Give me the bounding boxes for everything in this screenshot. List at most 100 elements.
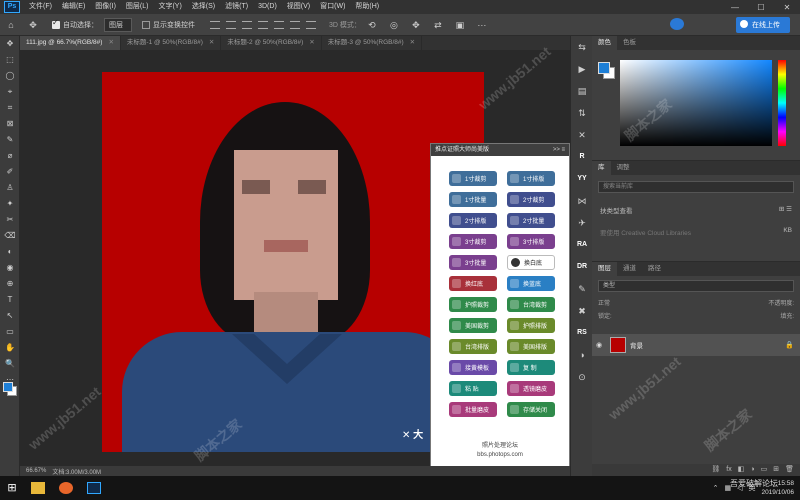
plugin-button[interactable]: 美国裁剪: [449, 318, 497, 333]
zoom-level[interactable]: 66.67%: [26, 468, 46, 474]
close-icon[interactable]: ✕: [108, 39, 113, 46]
blend-mode-dropdown[interactable]: 正常: [598, 298, 610, 307]
trash-icon[interactable]: 🗑: [785, 464, 794, 476]
dodge-tool[interactable]: ◉: [0, 260, 20, 276]
plugin-button[interactable]: 复 制: [507, 360, 555, 375]
plugin-button[interactable]: 换白底: [507, 255, 555, 270]
roll-3d-icon[interactable]: ◎: [387, 18, 401, 32]
panel-strip-icon[interactable]: ◑: [571, 344, 593, 366]
panel-strip-icon[interactable]: ▤: [571, 80, 593, 102]
menu-select[interactable]: 选择(S): [187, 0, 220, 14]
new-layer-icon[interactable]: ⊞: [773, 464, 779, 476]
rectangle-tool[interactable]: ▭: [0, 324, 20, 340]
plugin-button[interactable]: 换蓝底: [507, 276, 555, 291]
panel-strip-icon[interactable]: ✕: [571, 124, 593, 146]
frame-tool[interactable]: ⊠: [0, 116, 20, 132]
plugin-button[interactable]: 3寸排版: [507, 234, 555, 249]
more-icon[interactable]: ···: [475, 18, 489, 32]
plugin-button[interactable]: 批量磨皮: [449, 402, 497, 417]
hue-slider[interactable]: [778, 60, 786, 146]
layer-row-background[interactable]: ◉ 背景 🔒: [592, 334, 800, 356]
panel-strip-icon[interactable]: ⇆: [571, 36, 593, 58]
tab-untitled-1[interactable]: 未标题-1 @ 50%(RGB/8#) ✕: [121, 36, 222, 50]
panel-strip-icon[interactable]: YY: [571, 168, 593, 190]
slide-3d-icon[interactable]: ⇄: [431, 18, 445, 32]
plugin-button[interactable]: 3寸裁剪: [449, 234, 497, 249]
plugin-button[interactable]: 3寸批量: [449, 255, 497, 270]
menu-help[interactable]: 帮助(H): [350, 0, 384, 14]
plugin-button[interactable]: 台湾裁剪: [507, 297, 555, 312]
plugin-button[interactable]: 透镜磨皮: [507, 381, 555, 396]
menu-window[interactable]: 窗口(W): [315, 0, 350, 14]
tab-111[interactable]: 111.jpg @ 66.7%(RGB/8#) ✕: [20, 36, 121, 50]
tab-layers[interactable]: 图层: [592, 262, 617, 276]
plugin-button[interactable]: 换红底: [449, 276, 497, 291]
menu-layer[interactable]: 图层(L): [121, 0, 154, 14]
marquee-tool[interactable]: ⬚: [0, 52, 20, 68]
tab-color[interactable]: 颜色: [592, 36, 617, 50]
tab-channels[interactable]: 通道: [617, 262, 642, 276]
plugin-button[interactable]: 2寸排版: [449, 213, 497, 228]
zoom-tool[interactable]: 🔍: [0, 356, 20, 372]
panel-strip-icon[interactable]: ⋈: [571, 190, 593, 212]
panel-strip-icon[interactable]: R: [571, 146, 593, 168]
panel-strip-icon[interactable]: ⇅: [571, 102, 593, 124]
plugin-button[interactable]: 粘 贴: [449, 381, 497, 396]
menu-image[interactable]: 图像(I): [90, 0, 121, 14]
panel-strip-icon[interactable]: ⊙: [571, 366, 593, 388]
minimize-button[interactable]: —: [722, 3, 748, 12]
maximize-button[interactable]: ☐: [748, 3, 774, 12]
panel-strip-icon[interactable]: ✖: [571, 300, 593, 322]
move-tool-icon[interactable]: ✥: [26, 18, 40, 32]
taskbar-photoshop[interactable]: [80, 476, 108, 500]
view-icons[interactable]: ⊞ ☰: [779, 205, 792, 215]
align-top-icon[interactable]: [258, 20, 268, 29]
foreground-color-swatch[interactable]: [3, 382, 13, 392]
plugin-button[interactable]: 1寸批量: [449, 192, 497, 207]
panel-strip-icon[interactable]: RA: [571, 234, 593, 256]
eye-icon[interactable]: ◉: [592, 341, 606, 349]
menu-type[interactable]: 文字(Y): [153, 0, 186, 14]
taskbar-firefox[interactable]: [52, 476, 80, 500]
link-icon[interactable]: ⛓: [711, 464, 720, 476]
distribute-icon[interactable]: [306, 20, 316, 29]
eraser-tool[interactable]: ✂: [0, 212, 20, 228]
photoshop-logo[interactable]: Ps: [4, 1, 20, 13]
menu-filter[interactable]: 滤镜(T): [220, 0, 253, 14]
auto-select-checkbox[interactable]: [52, 18, 60, 29]
close-button[interactable]: ✕: [774, 3, 800, 12]
align-middle-icon[interactable]: [274, 20, 284, 29]
align-right-icon[interactable]: [242, 20, 252, 29]
move-tool[interactable]: ✥: [0, 36, 20, 52]
stamp-tool[interactable]: ♙: [0, 180, 20, 196]
brush-tool[interactable]: ✐: [0, 164, 20, 180]
adjust-icon[interactable]: ◑: [750, 464, 754, 476]
tab-paths[interactable]: 路径: [642, 262, 667, 276]
scale-3d-icon[interactable]: ▣: [453, 18, 467, 32]
panel-strip-icon[interactable]: DR: [571, 256, 593, 278]
menu-edit[interactable]: 编辑(E): [57, 0, 90, 14]
home-icon[interactable]: ⌂: [4, 18, 18, 32]
path-select-tool[interactable]: ↖: [0, 308, 20, 324]
color-field[interactable]: [620, 60, 772, 146]
crop-tool[interactable]: ⌗: [0, 100, 20, 116]
cloud-icon[interactable]: [670, 18, 684, 30]
orbit-3d-icon[interactable]: ⟲: [365, 18, 379, 32]
library-search-input[interactable]: 搜索当前库: [598, 181, 794, 193]
fill-label[interactable]: 填充:: [780, 311, 794, 320]
align-bottom-icon[interactable]: [290, 20, 300, 29]
plugin-button[interactable]: 1寸裁剪: [449, 171, 497, 186]
panel-foreground-color[interactable]: [598, 62, 610, 74]
upload-button[interactable]: 在线上传: [736, 17, 790, 33]
plugin-button[interactable]: 1寸排版: [507, 171, 555, 186]
taskbar-explorer[interactable]: [24, 476, 52, 500]
magic-wand-tool[interactable]: ⌖: [0, 84, 20, 100]
plugin-button[interactable]: 护照裁剪: [449, 297, 497, 312]
lasso-tool[interactable]: ◯: [0, 68, 20, 84]
library-name[interactable]: 扶类型查看: [600, 205, 633, 215]
show-transform-checkbox[interactable]: [142, 20, 150, 29]
align-center-icon[interactable]: [226, 20, 236, 29]
panel-strip-icon[interactable]: ✎: [571, 278, 593, 300]
auto-select-dropdown[interactable]: 图层: [104, 17, 132, 32]
tab-untitled-3[interactable]: 未标题-3 @ 50%(RGB/8#) ✕: [322, 36, 423, 50]
